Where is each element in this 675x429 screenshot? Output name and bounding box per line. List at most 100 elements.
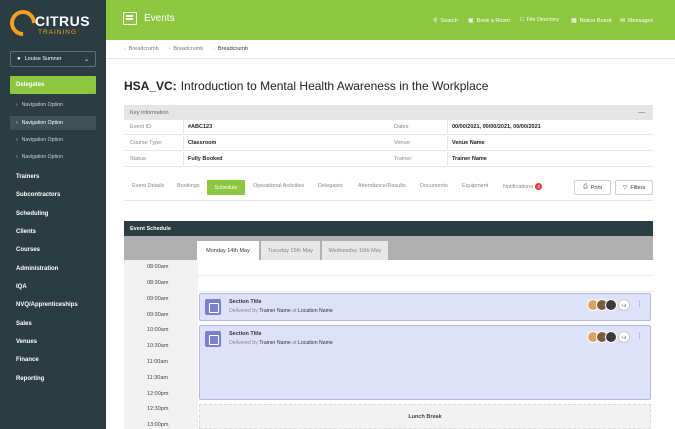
header-link-file-directory[interactable]: □ File Directory xyxy=(520,17,559,23)
event-title: Section Title xyxy=(229,331,262,337)
tab-notifications[interactable]: Notifications 3 xyxy=(503,183,542,190)
chevron-right-icon: › xyxy=(168,46,171,52)
printer-icon: ⎙ xyxy=(582,184,588,190)
info-row: Event ID: #ABC123 Dates: 00/00/2021, 00/… xyxy=(124,120,653,135)
day-tab-monday[interactable]: Monday 14th May xyxy=(197,241,259,260)
user-icon: ● xyxy=(17,56,21,62)
sidebar-subitem[interactable]: › Navigation Option xyxy=(10,133,96,147)
page-title: HSA_VC: Introduction to Mental Health Awa… xyxy=(124,79,489,93)
print-button[interactable]: ⎙ Print xyxy=(574,180,611,195)
time-slot: 13:00pm xyxy=(147,422,169,428)
event-icon xyxy=(205,299,221,315)
info-row: Status: Fully Booked Trainer: Trainer Na… xyxy=(124,152,653,167)
event-title: Section Title xyxy=(229,299,262,305)
chevron-right-icon: › xyxy=(213,46,215,52)
more-options-icon[interactable]: ⋮ xyxy=(636,300,643,308)
header-title: Events xyxy=(144,13,175,24)
time-slot: 12:00pm xyxy=(147,391,169,397)
sidebar-item-nvq-apprenticeships[interactable]: NVQ/Apprenticeships xyxy=(16,302,78,308)
tab-documents[interactable]: Documents xyxy=(420,183,448,189)
more-attendees-count: +4 xyxy=(618,331,630,343)
day-tab-wednesday[interactable]: Wednesday 16th May xyxy=(322,241,388,260)
event-details: Delivered by Trainer Name at Location Na… xyxy=(229,340,333,346)
chevron-down-icon: ⌄ xyxy=(83,56,89,63)
user-name: Louise Sumner xyxy=(24,56,62,62)
sidebar: CITRUS TRAINING ● Louise Sumner ⌄ Delega… xyxy=(0,0,106,429)
brand-name: CITRUS xyxy=(35,13,91,29)
tab-attendance-results[interactable]: Attendance/Results xyxy=(358,183,406,189)
time-slot: 12:30pm xyxy=(147,406,169,412)
header-link-notice-board[interactable]: ▦ Notice Board xyxy=(571,17,611,25)
grid-line xyxy=(198,275,653,276)
board-icon: ▦ xyxy=(571,18,577,24)
brand-sub: TRAINING xyxy=(38,29,78,36)
sidebar-item-sales[interactable]: Sales xyxy=(16,321,32,327)
sidebar-item-scheduling[interactable]: Scheduling xyxy=(16,211,48,217)
sidebar-item-iqa[interactable]: IQA xyxy=(16,284,27,290)
divider xyxy=(124,200,653,201)
tab-schedule[interactable]: Schedule xyxy=(207,180,245,195)
schedule-event[interactable]: Section Title Delivered by Trainer Name … xyxy=(199,325,651,400)
notification-badge: 3 xyxy=(534,183,542,190)
breadcrumb: › Breadcrumb › Breadcrumb › Breadcrumb xyxy=(124,46,258,52)
avatar xyxy=(605,299,617,311)
sidebar-item-administration[interactable]: Administration xyxy=(16,266,58,272)
sidebar-item-subcontractors[interactable]: Subcontractors xyxy=(16,192,60,198)
top-header: Events ⚲ Search ▣ Book a Room □ File Direct… xyxy=(106,0,675,40)
collapse-icon[interactable]: — xyxy=(638,109,645,116)
divider xyxy=(106,58,675,59)
chevron-right-icon: › xyxy=(16,120,18,126)
tab-delegates[interactable]: Delegates xyxy=(318,183,343,189)
sidebar-item-venues[interactable]: Venues xyxy=(16,339,37,345)
time-slot: 08:00am xyxy=(147,264,169,270)
schedule-event[interactable]: Section Title Delivered by Trainer Name … xyxy=(199,293,651,321)
lunch-break-block: Lunch Break xyxy=(199,404,651,429)
header-link-messages[interactable]: ✉ Messages xyxy=(620,17,653,25)
chevron-right-icon: › xyxy=(16,137,18,143)
header-link-search[interactable]: ⚲ Search xyxy=(433,17,458,25)
tab-operational-activities[interactable]: Operational Activities xyxy=(253,183,304,189)
calendar-icon: ▣ xyxy=(468,18,474,24)
filter-icon: ▽ xyxy=(622,185,628,191)
breadcrumb-item[interactable]: › Breadcrumb xyxy=(169,46,204,52)
time-slot: 11:00am xyxy=(147,359,168,365)
breadcrumb-item-current: › Breadcrumb xyxy=(213,46,248,52)
sidebar-subitem[interactable]: › Navigation Option xyxy=(10,98,96,112)
user-dropdown[interactable]: ● Louise Sumner ⌄ xyxy=(10,51,96,67)
sidebar-item-clients[interactable]: Clients xyxy=(16,229,36,235)
attendee-avatars[interactable]: +4 xyxy=(587,299,630,311)
sidebar-subitem-selected[interactable]: › Navigation Option xyxy=(10,116,96,130)
schedule-header: Event Schedule xyxy=(124,221,653,236)
sidebar-item-reporting[interactable]: Reporting xyxy=(16,376,44,382)
event-icon xyxy=(205,331,221,347)
breadcrumb-item[interactable]: › Breadcrumb xyxy=(124,46,159,52)
message-icon: ✉ xyxy=(620,18,626,24)
search-icon: ⚲ xyxy=(433,18,438,24)
header-link-book-room[interactable]: ▣ Book a Room xyxy=(468,17,510,25)
time-slot: 09:00am xyxy=(147,296,169,302)
more-options-icon[interactable]: ⋮ xyxy=(636,332,643,340)
tab-bookings[interactable]: Bookings xyxy=(177,183,200,189)
events-icon xyxy=(123,12,137,25)
chevron-right-icon: › xyxy=(16,154,18,160)
tab-equipment[interactable]: Equipment xyxy=(462,183,488,189)
time-slot: 08:30am xyxy=(147,280,169,286)
sidebar-item-finance[interactable]: Finance xyxy=(16,357,39,363)
tab-event-details[interactable]: Event Details xyxy=(132,183,164,189)
time-slot: 09:30am xyxy=(147,312,169,318)
folder-icon: □ xyxy=(520,17,524,23)
avatar xyxy=(605,331,617,343)
sidebar-subitem[interactable]: › Navigation Option xyxy=(10,150,96,164)
time-slot: 10:30am xyxy=(147,343,169,349)
filters-button[interactable]: ▽ Filters xyxy=(615,180,653,195)
event-details: Delivered by Trainer Name at Location Na… xyxy=(229,308,333,314)
key-info-header[interactable]: Key Information — xyxy=(124,105,653,120)
sidebar-item-trainers[interactable]: Trainers xyxy=(16,174,39,180)
sidebar-item-courses[interactable]: Courses xyxy=(16,247,40,253)
brand-logo[interactable]: CITRUS TRAINING xyxy=(4,4,100,42)
more-attendees-count: +4 xyxy=(618,299,630,311)
attendee-avatars[interactable]: +4 xyxy=(587,331,630,343)
day-tab-tuesday[interactable]: Tuesday 15th May xyxy=(261,241,320,260)
sidebar-item-delegates[interactable]: Delegates xyxy=(10,76,96,94)
chevron-right-icon: › xyxy=(16,102,18,108)
